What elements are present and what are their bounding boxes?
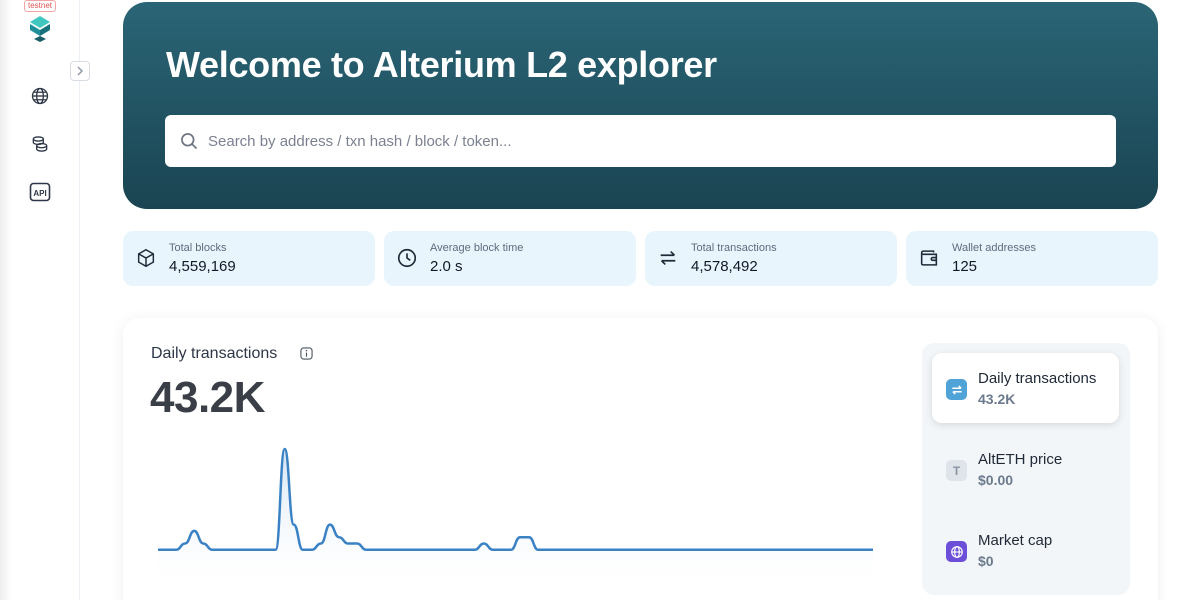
sidebar: testnet API [0,0,90,600]
stat-label: Average block time [430,242,524,254]
stat-label: Total transactions [691,242,777,254]
coins-icon[interactable] [29,133,51,155]
metric-label: Daily transactions [978,370,1097,387]
stat-value: 125 [952,258,978,275]
globe-icon[interactable] [29,85,51,107]
sidebar-collapse-button[interactable] [70,61,90,81]
info-icon[interactable] [300,347,313,360]
stat-wallet-addresses: Wallet addresses 125 [906,231,1158,286]
stat-value: 4,559,169 [169,258,236,275]
transfer-arrows-icon [946,379,967,400]
stat-total-blocks: Total blocks 4,559,169 [123,231,375,286]
stat-value: 2.0 s [430,258,463,275]
metric-value: $0.00 [978,472,1014,488]
alterium-logo-icon[interactable] [30,16,50,42]
api-icon[interactable]: API [29,181,51,203]
token-t-icon-glyph: T [952,463,961,478]
metric-value: 43.2K [978,391,1016,407]
metric-label: AltETH price [978,451,1063,468]
search-icon [181,133,198,150]
stat-label: Total blocks [169,242,227,254]
token-t-icon: T [946,460,967,481]
wallet-icon [920,250,938,266]
daily-transactions-card: Daily transactions 43.2K Daily transacti… [123,318,1158,600]
stat-value: 4,578,492 [691,258,758,275]
testnet-badge: testnet [24,0,57,12]
metric-label: Market cap [978,532,1053,549]
globe-icon [946,541,967,562]
stat-average-block-time: Average block time 2.0 s [384,231,636,286]
api-icon-text: API [33,189,46,198]
transfer-arrows-icon [660,250,676,266]
search-input[interactable] [208,115,1088,167]
metric-market-cap[interactable]: Market cap $0 [932,515,1119,585]
metric-daily-transactions[interactable]: Daily transactions 43.2K [932,353,1119,423]
clock-icon [397,248,417,268]
stat-total-transactions: Total transactions 4,578,492 [645,231,897,286]
cube-icon [137,248,155,268]
hero-banner: Welcome to Alterium L2 explorer [123,2,1158,209]
stat-label: Wallet addresses [952,242,1036,254]
search-bar[interactable] [165,115,1116,167]
chart-area [158,449,873,583]
metric-selector-panel: Daily transactions 43.2K T AltETH price … [922,343,1130,595]
chart-title: Daily transactions [151,345,278,362]
metric-alteth-price[interactable]: T AltETH price $0.00 [932,434,1119,504]
metric-value: $0 [978,553,994,569]
sidebar-edge-shadow [0,0,12,600]
chart-current-value: 43.2K [150,373,265,422]
chart-line [158,447,873,552]
chevron-right-icon [77,66,83,76]
hero-title: Welcome to Alterium L2 explorer [166,44,717,85]
daily-transactions-chart[interactable] [158,443,873,583]
